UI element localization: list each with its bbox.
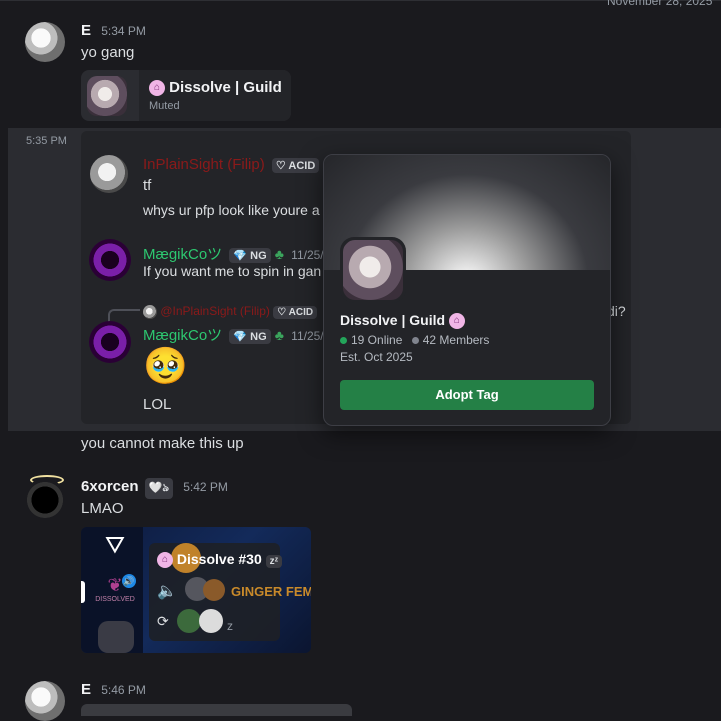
author-name[interactable]: E xyxy=(81,681,91,698)
clover-icon: ♣ xyxy=(274,246,284,262)
message-text: tf xyxy=(143,177,152,194)
online-dot-icon xyxy=(340,337,347,345)
guild-embed-name: Dissolve | Guild xyxy=(169,79,282,96)
home-icon: ⌂ xyxy=(157,552,173,569)
message-text: yo gang xyxy=(81,44,135,61)
reply-author: @InPlainSight (Filip) xyxy=(160,304,270,318)
avatar-e[interactable] xyxy=(25,22,65,62)
reply-reference[interactable]: @InPlainSight (Filip) ♡ ACID xyxy=(143,304,318,319)
server-icon: ⛛ xyxy=(104,532,126,559)
ginger-fem-label: GINGER FEM xyxy=(231,584,311,599)
filip-header: InPlainSight (Filip) ♡ ACID xyxy=(143,156,320,173)
message-text: LMAO xyxy=(81,500,124,517)
message-text: LOL xyxy=(143,396,172,413)
participant-avatar xyxy=(199,609,223,633)
avatar-e[interactable] xyxy=(25,681,65,721)
clan-tag: 🤍ঌ xyxy=(144,478,174,499)
clover-icon: ♣ xyxy=(274,327,284,343)
guild-icon xyxy=(87,76,127,116)
author-name[interactable]: InPlainSight (Filip) xyxy=(143,156,265,173)
timestamp[interactable]: 5:34 PM xyxy=(101,24,146,38)
home-icon: ⌂ xyxy=(448,313,465,330)
date-label: November 28, 2025 xyxy=(607,0,713,8)
timestamp[interactable]: 11/25/ xyxy=(291,248,323,262)
avatar-maegikco[interactable] xyxy=(89,321,131,363)
server-icon xyxy=(98,621,134,653)
author-name[interactable]: 6xorcen xyxy=(81,478,139,495)
guild-embed-status: Muted xyxy=(149,100,180,112)
guild-stats: 19 Online 42 Members xyxy=(340,333,489,347)
mae-header: MægikCoツ 💎 NG ♣ 11/25/ xyxy=(143,243,324,264)
selected-indicator xyxy=(81,581,85,603)
clan-tag: ♡ ACID xyxy=(271,158,320,173)
adopt-tag-button[interactable]: Adopt Tag xyxy=(340,380,594,410)
clan-tag: ♡ ACID xyxy=(273,306,318,319)
message-text: whys ur pfp look like youre a xyxy=(143,202,320,218)
timestamp[interactable]: 5:46 PM xyxy=(101,683,146,697)
guild-tag-embed[interactable]: ⌂ Dissolve | Guild Muted xyxy=(81,70,291,121)
reply-avatar xyxy=(143,304,157,319)
guild-icon xyxy=(343,240,403,300)
participant-avatar xyxy=(203,579,225,601)
mae-header: MægikCoツ 💎 NG ♣ 11/25/ xyxy=(143,324,324,345)
voice-channel-title: ⌂ Dissolve #30 zᶻ xyxy=(157,551,283,569)
participant-avatar xyxy=(177,609,201,633)
home-icon: ⌂ xyxy=(149,80,165,97)
avatar-maegikco[interactable] xyxy=(89,239,131,281)
msg1-header: E 5:34 PM xyxy=(81,22,146,39)
hover-timestamp[interactable]: 5:35 PM xyxy=(26,135,67,147)
pleading-face-emoji: 🥹 xyxy=(143,345,188,386)
message-text: you cannot make this up xyxy=(81,435,244,452)
clan-tag: 💎 NG xyxy=(229,248,271,263)
established-date: Est. Oct 2025 xyxy=(340,350,413,364)
avatar-filip[interactable] xyxy=(90,155,128,193)
stream-icon: ⟳ xyxy=(157,613,169,629)
avatar-6xorcen[interactable] xyxy=(25,478,65,518)
msg4-header: E 5:46 PM xyxy=(81,681,146,698)
speaker-volume-icon: 🔈 xyxy=(157,583,177,600)
guild-tag-popup: Dissolve | Guild ⌂ 19 Online 42 Members … xyxy=(323,154,611,426)
timestamp[interactable]: 11/25/ xyxy=(291,329,323,343)
sleeping-badge: zᶻ xyxy=(265,555,283,568)
attachment-preview[interactable] xyxy=(81,704,352,716)
online-count: 19 Online xyxy=(351,333,403,347)
msg3-header: 6xorcen 🤍ঌ 5:42 PM xyxy=(81,478,228,499)
member-count: 42 Members xyxy=(422,333,490,347)
speaker-icon: 🔊 xyxy=(122,574,136,588)
author-name[interactable]: MægikCoツ xyxy=(143,246,222,263)
sleep-z: z xyxy=(227,619,233,633)
clan-tag: 💎 NG xyxy=(229,329,271,344)
author-name[interactable]: MægikCoツ xyxy=(143,327,222,344)
members-dot-icon xyxy=(411,337,419,345)
voice-screenshot-image[interactable]: ⛛ ❦ DISSOLVED 🔊 ⌂ Dissolve #30 zᶻ 🔈 GING… xyxy=(81,527,311,653)
timestamp[interactable]: 5:42 PM xyxy=(183,480,228,494)
guild-name: Dissolve | Guild xyxy=(340,312,446,328)
message-text: If you want me to spin in gan xyxy=(143,263,322,279)
author-name[interactable]: E xyxy=(81,22,91,39)
